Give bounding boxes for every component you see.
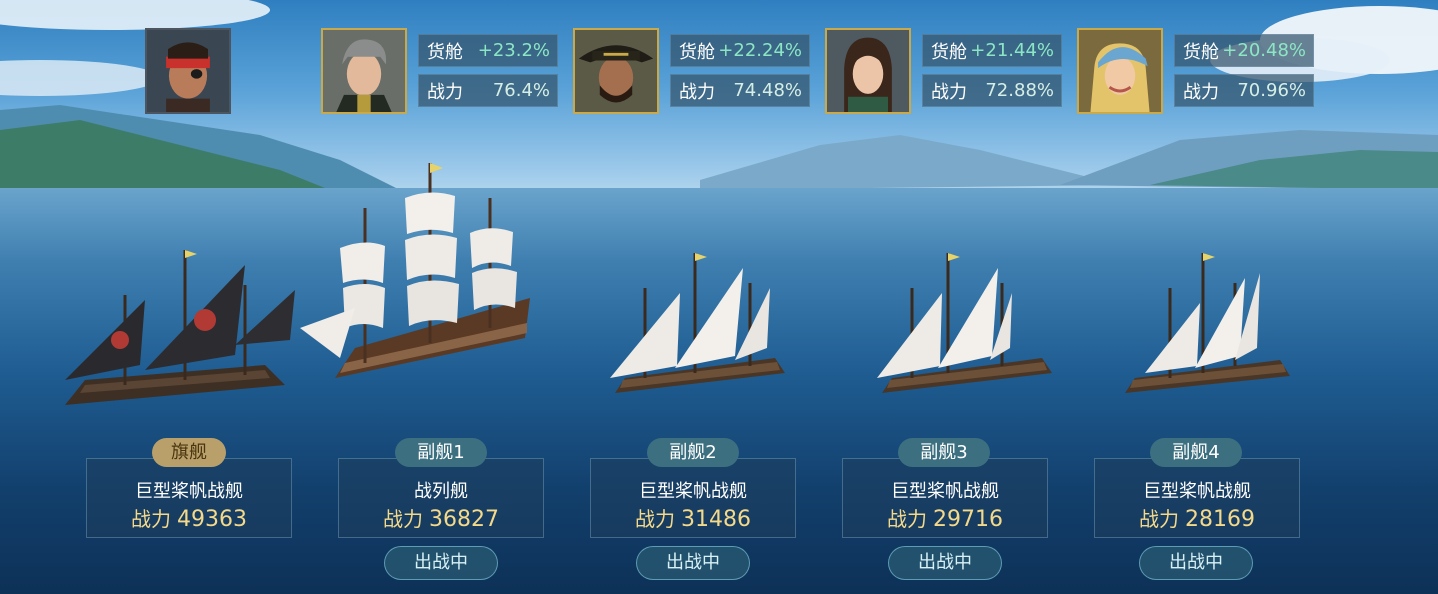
power-label: 战力: [131, 507, 171, 531]
gray-haired-officer-icon: [323, 30, 405, 112]
power-number: 31486: [681, 507, 751, 532]
power-label: 战力: [931, 81, 967, 103]
power-label: 战力: [383, 507, 423, 531]
sub-ship-2-card[interactable]: 巨型桨帆战舰 战力 31486: [590, 458, 796, 538]
bearded-captain-icon: [575, 30, 657, 112]
pirate-captain-icon: [147, 30, 229, 112]
sub-ship-1-badge: 副舰1: [395, 438, 487, 467]
cargo-value: +21.44%: [970, 40, 1054, 61]
white-sail-galley-icon[interactable]: [605, 248, 795, 408]
officer-4-power-row: 战力 70.96%: [1174, 74, 1314, 107]
deploy-status-button-2[interactable]: 出战中: [636, 546, 750, 580]
ship-class-label: 巨型桨帆战舰: [135, 481, 243, 502]
sub-ship-4-card[interactable]: 巨型桨帆战舰 战力 28169: [1094, 458, 1300, 538]
ship-power: 战力 29716: [843, 503, 1047, 532]
ship-power: 战力 28169: [1095, 503, 1299, 532]
power-label: 战力: [887, 507, 927, 531]
ship-of-the-line-icon[interactable]: [265, 158, 545, 408]
deploy-status-button-4[interactable]: 出战中: [1139, 546, 1253, 580]
ship-power: 战力 31486: [591, 503, 795, 532]
ship-power: 战力 49363: [87, 503, 291, 532]
officer-3-power-row: 战力 72.88%: [922, 74, 1062, 107]
officer-1-power-row: 战力 76.4%: [418, 74, 558, 107]
ship-class-label: 巨型桨帆战舰: [891, 481, 999, 502]
deploy-status-button-1[interactable]: 出战中: [384, 546, 498, 580]
power-label: 战力: [1183, 81, 1219, 103]
cargo-value: +23.2%: [477, 40, 550, 61]
sub-ship-3-badge: 副舰3: [898, 438, 990, 467]
power-number: 28169: [1185, 507, 1255, 532]
officer-portrait-3[interactable]: [825, 28, 911, 114]
officer-portrait-1[interactable]: [321, 28, 407, 114]
ship-power: 战力 36827: [339, 503, 543, 532]
power-label: 战力: [427, 81, 463, 103]
sub-ship-4-badge: 副舰4: [1150, 438, 1242, 467]
ship-class-label: 战列舰: [414, 481, 468, 502]
sub-ship-1-card[interactable]: 战列舰 战力 36827: [338, 458, 544, 538]
power-number: 49363: [177, 507, 247, 532]
cargo-label: 货舱: [931, 41, 967, 63]
sub-ship-3-card[interactable]: 巨型桨帆战舰 战力 29716: [842, 458, 1048, 538]
cargo-label: 货舱: [679, 41, 715, 63]
officer-2-power-row: 战力 74.48%: [670, 74, 810, 107]
officer-1-cargo-row: 货舱 +23.2%: [418, 34, 558, 67]
cargo-value: +22.24%: [718, 40, 802, 61]
commander-portrait[interactable]: [145, 28, 231, 114]
power-value: 72.88%: [985, 80, 1054, 101]
ship-class-label: 巨型桨帆战舰: [639, 481, 747, 502]
white-sail-galley-icon[interactable]: [1115, 248, 1305, 408]
white-sail-galley-icon[interactable]: [872, 248, 1062, 408]
power-number: 36827: [429, 507, 499, 532]
power-number: 29716: [933, 507, 1003, 532]
ship-class-label: 巨型桨帆战舰: [1143, 481, 1251, 502]
power-value: 76.4%: [492, 80, 550, 101]
power-label: 战力: [1139, 507, 1179, 531]
flagship-badge: 旗舰: [152, 438, 226, 467]
power-label: 战力: [679, 81, 715, 103]
power-label: 战力: [635, 507, 675, 531]
power-value: 70.96%: [1237, 80, 1306, 101]
officer-portrait-2[interactable]: [573, 28, 659, 114]
cargo-value: +20.48%: [1222, 40, 1306, 61]
sub-ship-2-badge: 副舰2: [647, 438, 739, 467]
cargo-label: 货舱: [427, 41, 463, 63]
dark-haired-woman-icon: [827, 30, 909, 112]
officer-3-cargo-row: 货舱 +21.44%: [922, 34, 1062, 67]
officer-4-cargo-row: 货舱 +20.48%: [1174, 34, 1314, 67]
officer-portrait-4[interactable]: [1077, 28, 1163, 114]
flagship-card[interactable]: 巨型桨帆战舰 战力 49363: [86, 458, 292, 538]
deploy-status-button-3[interactable]: 出战中: [888, 546, 1002, 580]
cargo-label: 货舱: [1183, 41, 1219, 63]
officer-2-cargo-row: 货舱 +22.24%: [670, 34, 810, 67]
blonde-bandana-woman-icon: [1079, 30, 1161, 112]
power-value: 74.48%: [733, 80, 802, 101]
